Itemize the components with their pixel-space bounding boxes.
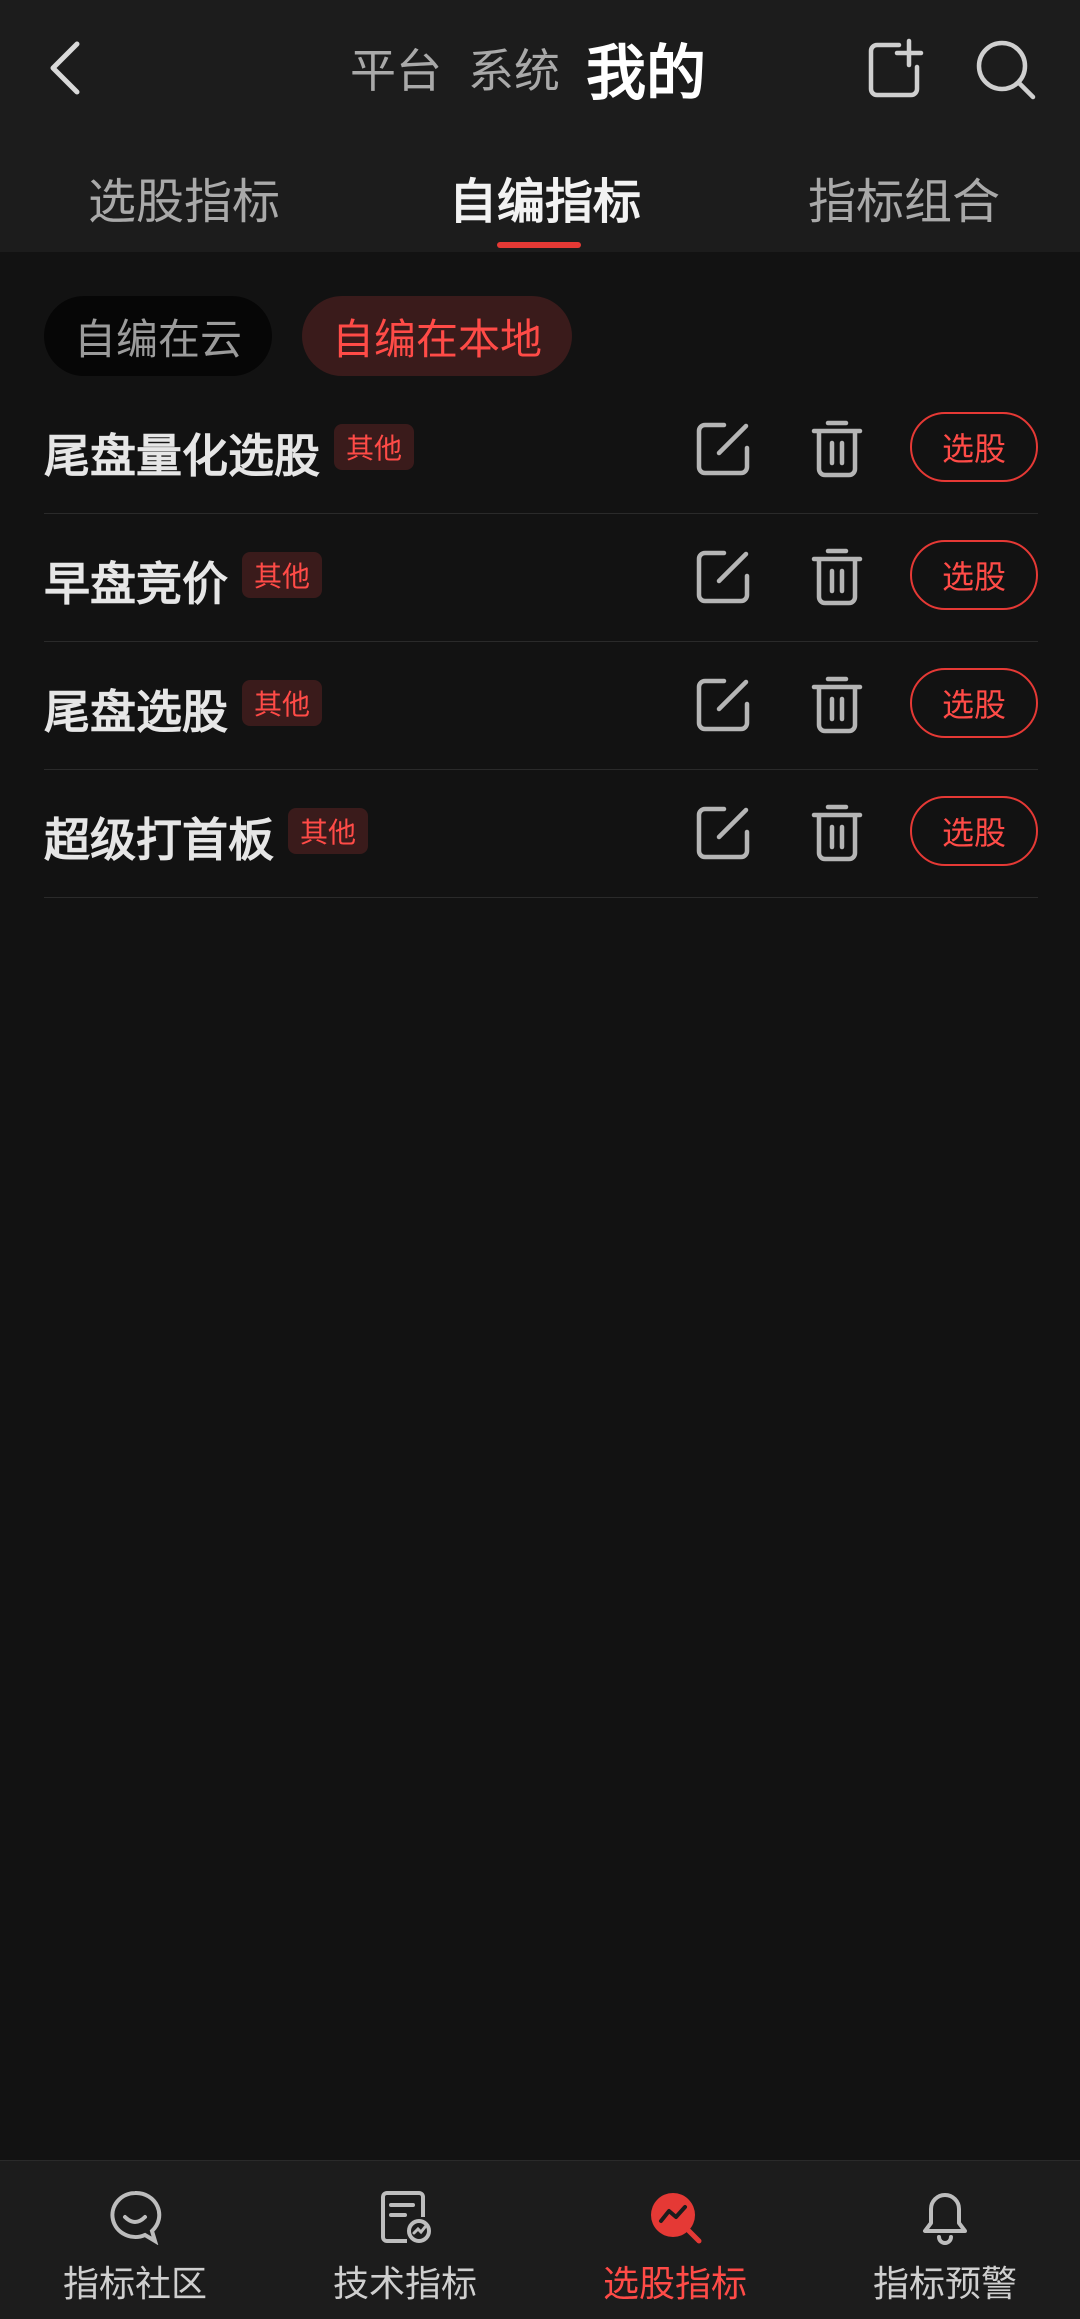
nav-label: 指标预警 — [872, 2264, 1017, 2305]
document-chart-icon — [375, 2187, 435, 2247]
list-item: 早盘竞价 其他 选股 — [44, 514, 1038, 642]
chevron-left-icon — [50, 41, 80, 95]
active-tab-indicator — [497, 242, 581, 248]
edit-icon — [696, 678, 750, 732]
top-bar: 平台 系统 我的 — [0, 0, 1080, 136]
category-tag: 其他 — [242, 552, 323, 598]
select-stock-button[interactable]: 选股 — [910, 668, 1038, 738]
search-button[interactable] — [966, 30, 1046, 110]
edit-button[interactable] — [690, 672, 756, 738]
delete-button[interactable] — [804, 672, 870, 738]
edit-icon — [696, 422, 750, 476]
category-tag: 其他 — [288, 808, 369, 854]
indicator-name: 早盘竞价 — [44, 557, 228, 611]
select-stock-button[interactable]: 选股 — [910, 412, 1038, 482]
indicator-list: 尾盘量化选股 其他 选股 早盘竞价 其他 选股 尾盘选股 其他 选股 超级打首板… — [44, 386, 1038, 898]
indicator-name: 尾盘量化选股 — [44, 429, 320, 483]
nav-label: 选股指标 — [602, 2264, 747, 2305]
bell-icon — [915, 2187, 975, 2247]
nav-technical-indicators[interactable]: 技术指标 — [270, 2161, 540, 2319]
edit-button[interactable] — [690, 544, 756, 610]
stock-search-icon — [645, 2187, 705, 2247]
segment-system[interactable]: 系统 — [468, 35, 560, 101]
list-item: 尾盘量化选股 其他 选股 — [44, 386, 1038, 514]
screen: 平台 系统 我的 选股指标 自编指标 指标组合 自编在云 自编在本地 尾盘量化选… — [0, 0, 1080, 2319]
category-tag: 其他 — [242, 680, 323, 726]
nav-label: 技术指标 — [332, 2264, 477, 2305]
indicator-name: 尾盘选股 — [44, 685, 228, 739]
trash-icon — [811, 804, 863, 862]
edit-icon — [696, 806, 750, 860]
edit-button[interactable] — [690, 800, 756, 866]
add-square-icon — [868, 38, 924, 98]
trash-icon — [811, 420, 863, 478]
add-indicator-button[interactable] — [856, 30, 936, 110]
category-tag: 其他 — [334, 424, 415, 470]
tab-stock-indicators[interactable]: 选股指标 — [88, 162, 280, 230]
storage-filter: 自编在云 自编在本地 — [44, 296, 602, 376]
select-stock-button[interactable]: 选股 — [910, 796, 1038, 866]
indicator-name: 超级打首板 — [44, 813, 274, 867]
back-button[interactable] — [30, 30, 100, 106]
nav-label: 指标社区 — [62, 2264, 207, 2305]
trash-icon — [811, 676, 863, 734]
trash-icon — [811, 548, 863, 606]
delete-button[interactable] — [804, 416, 870, 482]
chip-local[interactable]: 自编在本地 — [302, 296, 573, 376]
tab-bar: 选股指标 自编指标 指标组合 — [0, 136, 1080, 252]
edit-icon — [696, 550, 750, 604]
delete-button[interactable] — [804, 544, 870, 610]
chat-bubble-icon — [105, 2187, 165, 2247]
segment-platform[interactable]: 平台 — [350, 35, 442, 101]
chip-cloud[interactable]: 自编在云 — [44, 296, 273, 376]
list-item: 超级打首板 其他 选股 — [44, 770, 1038, 898]
edit-button[interactable] — [690, 416, 756, 482]
tab-indicator-combos[interactable]: 指标组合 — [808, 162, 1000, 230]
nav-stock-selection[interactable]: 选股指标 — [540, 2161, 810, 2319]
nav-indicator-community[interactable]: 指标社区 — [0, 2161, 270, 2319]
select-stock-button[interactable]: 选股 — [910, 540, 1038, 610]
delete-button[interactable] — [804, 800, 870, 866]
bottom-navigation: 指标社区 技术指标 选股指标 指标预警 — [0, 2160, 1080, 2319]
source-switch: 平台 系统 我的 — [350, 28, 706, 109]
segment-mine[interactable]: 我的 — [586, 25, 706, 112]
search-icon — [976, 40, 1036, 100]
tab-custom-indicators[interactable]: 自编指标 — [449, 162, 641, 230]
nav-indicator-alerts[interactable]: 指标预警 — [810, 2161, 1080, 2319]
list-item: 尾盘选股 其他 选股 — [44, 642, 1038, 770]
